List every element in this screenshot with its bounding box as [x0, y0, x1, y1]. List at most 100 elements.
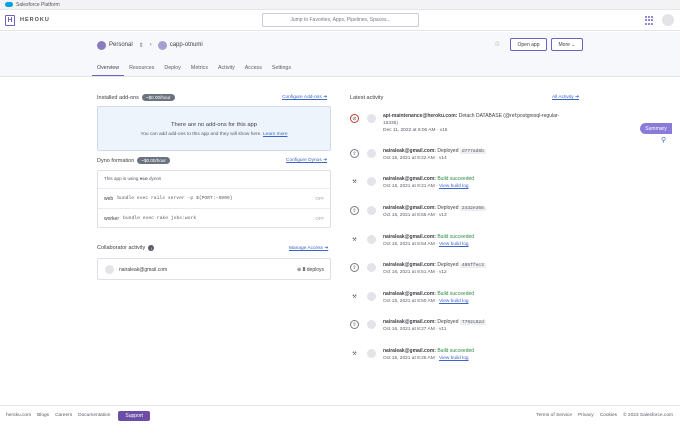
addons-heading: Installed add-ons ~$0.00/hour — [97, 94, 175, 101]
user-avatar-icon — [367, 114, 376, 123]
user-avatar-icon — [105, 265, 114, 274]
activity-line1: nairaleak@gmail.com: Build succeeded — [383, 291, 474, 297]
activity-text: Deployed — [437, 148, 459, 154]
activity-item: ⚒ nairaleak@gmail.com: Build succeeded O… — [350, 173, 585, 201]
activity-time: Oct 16, 2021 at 8:54 AM · — [383, 242, 438, 247]
activity-time: Oct 16, 2021 at 8:55 AM · v13 — [383, 213, 447, 218]
activity-line1: api-maintenance@heroku.com: Detach DATAB… — [383, 113, 559, 119]
activity-time: Oct 16, 2021 at 8:27 AM · v11 — [383, 327, 447, 332]
apps-grid-icon[interactable] — [645, 16, 654, 25]
detach-icon: ⊘ — [350, 114, 359, 123]
activity-time: Oct 16, 2021 at 8:51 AM · v12 — [383, 270, 447, 275]
activity-item: ⇧ nairaleak@gmail.com: Deployed d777ad6b… — [350, 145, 585, 173]
tab-resources[interactable]: Resources — [124, 60, 159, 76]
collab-email: nairaleak@gmail.com — [119, 267, 168, 273]
user-avatar-icon — [367, 235, 376, 244]
build-status: Build succeeded — [437, 234, 475, 240]
addons-price-badge: ~$0.00/hour — [141, 94, 175, 101]
activity-time: Oct 16, 2021 at 9:22 AM · v14 — [383, 156, 447, 161]
tab-overview[interactable]: Overview — [92, 60, 125, 76]
team-switcher-icon[interactable]: ⇕ — [139, 42, 144, 49]
collab-deploys: ⊕ 8 deploys — [297, 267, 324, 273]
footer-link-heroku[interactable]: heroku.com — [6, 413, 31, 418]
view-build-log-link[interactable]: View build log — [439, 242, 469, 247]
footer-link-careers[interactable]: Careers — [55, 413, 72, 418]
user-avatar-icon — [367, 177, 376, 186]
footer-link-documentation[interactable]: Documentation — [78, 413, 110, 418]
collab-heading: Collaborator activity i — [97, 245, 155, 251]
eco-suffix: dynos — [148, 176, 162, 181]
dyno-state: OFF — [315, 216, 324, 221]
addons-empty-text: You can add add-ons to this app and they… — [98, 132, 330, 137]
eco-word: eco — [139, 176, 148, 181]
user-avatar-icon — [367, 349, 376, 358]
tab-metrics[interactable]: Metrics — [186, 60, 213, 76]
salesforce-title: Salesforce Platform — [16, 1, 60, 8]
deploy-arrow-icon: ⇧ — [350, 149, 359, 158]
activity-line1: nairaleak@gmail.com: Build succeeded — [383, 348, 474, 354]
activity-title: Latest activity — [350, 95, 384, 101]
footer-link-blogs[interactable]: Blogs — [37, 413, 49, 418]
activity-user: nairaleak@gmail.com: — [383, 319, 436, 325]
build-hammer-icon: ⚒ — [352, 236, 357, 243]
support-button[interactable]: Support — [118, 410, 150, 421]
footer-link-cookies[interactable]: Cookies — [600, 413, 617, 418]
dyno-row-web[interactable]: web bundle exec rails server -p ${PORT:-… — [98, 188, 330, 208]
view-build-log-link[interactable]: View build log — [439, 299, 469, 304]
tab-access[interactable]: Access — [240, 60, 267, 76]
footer-link-privacy[interactable]: Privacy — [578, 413, 594, 418]
commit-sha[interactable]: d777ad6b — [459, 149, 486, 154]
tab-activity[interactable]: Activity — [213, 60, 240, 76]
summary-tab-button[interactable]: Summary — [640, 123, 672, 134]
learn-more-link[interactable]: Learn more — [263, 132, 288, 137]
build-status: Build succeeded — [437, 176, 475, 182]
dyno-title: Dyno formation — [97, 157, 135, 164]
user-avatar[interactable] — [662, 14, 674, 26]
build-hammer-icon: ⚒ — [352, 178, 357, 185]
chevron-right-icon: › — [149, 42, 152, 48]
open-app-button[interactable]: Open app — [510, 38, 547, 51]
activity-time: Oct 16, 2021 at 9:21 AM · — [383, 184, 438, 189]
user-avatar-icon — [367, 149, 376, 158]
build-status: Build succeeded — [437, 348, 475, 354]
dyno-row-worker[interactable]: worker bundle exec rake jobs:work OFF — [98, 208, 330, 228]
activity-time: Oct 16, 2021 at 8:25 AM · — [383, 356, 438, 361]
commit-sha[interactable]: 405ffec3 — [459, 263, 486, 268]
favorite-star-icon[interactable]: ☆ — [494, 40, 500, 48]
arrow-right-icon: ➜ — [323, 158, 328, 163]
configure-addons-label: Configure Add-ons — [282, 95, 322, 100]
configure-addons-link[interactable]: Configure Add-ons ➜ — [282, 95, 327, 100]
view-build-log-link[interactable]: View build log — [439, 356, 469, 361]
activity-time: Dec 11, 2022 at 8:06 AM · v15 — [383, 128, 448, 133]
all-activity-link[interactable]: All Activity ➜ — [552, 95, 579, 100]
addons-empty-panel: There are no add-ons for this app You ca… — [97, 106, 331, 151]
activity-line1: nairaleak@gmail.com: Build succeeded — [383, 176, 474, 182]
dyno-command: bundle exec rake jobs:work — [123, 216, 197, 221]
commit-sha[interactable]: 2432e366 — [459, 206, 486, 211]
dyno-name: worker — [104, 215, 120, 222]
arrow-right-icon: ➜ — [574, 95, 579, 100]
team-name[interactable]: Personal — [109, 42, 133, 48]
magnify-icon[interactable]: ⚲ — [661, 136, 666, 144]
activity-heading: Latest activity — [350, 95, 383, 101]
deploy-arrow-icon: ⇧ — [350, 206, 359, 215]
search-input[interactable]: Jump to Favorites, Apps, Pipelines, Spac… — [262, 13, 419, 27]
info-icon[interactable]: i — [148, 245, 155, 251]
manage-access-link[interactable]: Manage Access ➜ — [289, 246, 328, 251]
more-button[interactable]: More ⌄ — [551, 38, 583, 51]
tab-settings[interactable]: Settings — [267, 60, 296, 76]
tab-deploy[interactable]: Deploy — [159, 60, 186, 76]
configure-dynos-link[interactable]: Configure Dynos ➜ — [286, 158, 327, 163]
heroku-brand[interactable]: HEROKU — [20, 17, 50, 23]
activity-line1: nairaleak@gmail.com: Deployed 405ffec3 — [383, 262, 486, 268]
heroku-logo-icon[interactable]: H — [5, 14, 15, 26]
activity-time-line: Oct 16, 2021 at 8:50 AM · View build log — [383, 299, 469, 304]
footer-link-terms[interactable]: Terms of Service — [536, 413, 572, 418]
view-build-log-link[interactable]: View build log — [439, 184, 469, 189]
activity-item: ⇧ nairaleak@gmail.com: Deployed 7792c82d… — [350, 316, 585, 344]
salesforce-cloud-icon — [5, 2, 13, 7]
deploy-label: deploys — [306, 267, 324, 273]
activity-user: api-maintenance@heroku.com: — [383, 113, 458, 119]
activity-time-line: Oct 16, 2021 at 8:25 AM · View build log — [383, 356, 469, 361]
commit-sha[interactable]: 7792c82d — [459, 320, 486, 325]
